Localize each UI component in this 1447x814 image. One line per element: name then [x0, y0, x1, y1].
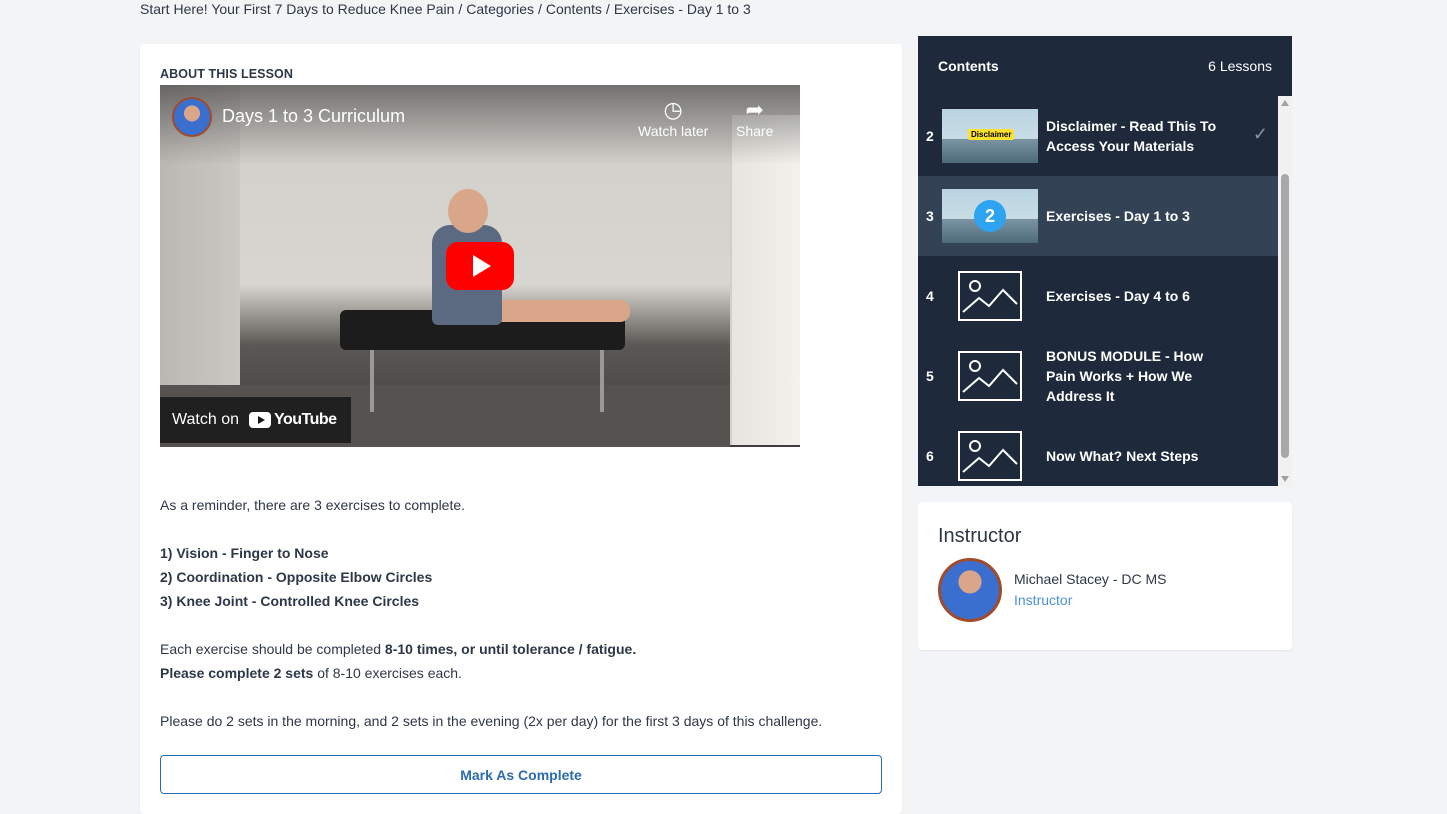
- sets-text: Please complete 2 sets of 8-10 exercises…: [160, 665, 462, 681]
- share-label: Share: [736, 123, 774, 139]
- breadcrumb-separator: /: [537, 1, 542, 17]
- video-scene-person-head: [448, 189, 488, 233]
- image-placeholder-icon: [942, 269, 1038, 323]
- breadcrumb: Start Here! Your First 7 Days to Reduce …: [140, 1, 751, 17]
- contents-header: Contents 6 Lessons: [918, 36, 1292, 96]
- lesson-item-day-4-6[interactable]: 4 Exercises - Day 4 to 6: [918, 256, 1278, 336]
- share-button[interactable]: ➦ Share: [736, 97, 773, 139]
- lesson-title: Exercises - Day 4 to 6: [1046, 288, 1190, 304]
- breadcrumb-categories[interactable]: Categories: [466, 1, 534, 17]
- lesson-title: Exercises - Day 1 to 3: [1046, 208, 1190, 224]
- instructor-name: Michael Stacey - DC MS: [1014, 571, 1167, 587]
- lesson-number: 4: [926, 288, 934, 304]
- video-player[interactable]: Days 1 to 3 Curriculum ◷ Watch later ➦ S…: [160, 85, 800, 447]
- video-title[interactable]: Days 1 to 3 Curriculum: [222, 106, 405, 127]
- lesson-card: ABOUT THIS LESSON Days 1 to 3 Curriculum…: [140, 44, 902, 814]
- contents-title: Contents: [938, 58, 999, 74]
- lesson-title: Disclaimer - Read This To Access Your Ma…: [1046, 118, 1217, 154]
- watch-later-button[interactable]: ◷ Watch later: [638, 97, 708, 139]
- lesson-number: 5: [926, 368, 934, 384]
- lesson-intro: As a reminder, there are 3 exercises to …: [160, 497, 466, 513]
- number-badge: 2: [974, 200, 1006, 232]
- play-icon: [473, 255, 491, 277]
- breadcrumb-separator: /: [605, 1, 610, 17]
- scroll-down-arrow-icon[interactable]: [1281, 476, 1289, 482]
- lesson-title: Now What? Next Steps: [1046, 448, 1199, 464]
- disclaimer-badge: Disclaimer: [968, 129, 1015, 140]
- lesson-body: As a reminder, there are 3 exercises to …: [160, 493, 880, 733]
- video-scene-table-leg: [370, 347, 374, 412]
- lesson-thumbnail: Disclaimer: [942, 109, 1038, 163]
- video-scene-table-leg: [600, 347, 604, 412]
- lesson-list: 2 Disclaimer Disclaimer - Read This To A…: [918, 96, 1278, 486]
- scrollbar-thumb[interactable]: [1281, 174, 1289, 458]
- instructor-role: Instructor: [1014, 592, 1073, 608]
- contents-panel: Contents 6 Lessons 2 Disclaimer Disclaim…: [918, 36, 1292, 486]
- exercise-item: 2) Coordination - Opposite Elbow Circles: [160, 569, 433, 585]
- watch-on-youtube-button[interactable]: Watch on YouTube: [160, 397, 351, 443]
- instructor-card: Instructor Michael Stacey - DC MS Instru…: [918, 502, 1292, 650]
- breadcrumb-course[interactable]: Start Here! Your First 7 Days to Reduce …: [140, 1, 454, 17]
- exercise-item: 3) Knee Joint - Controlled Knee Circles: [160, 593, 420, 609]
- image-placeholder-icon: [942, 349, 1038, 403]
- clock-icon: ◷: [663, 97, 683, 122]
- lesson-number: 3: [926, 208, 934, 224]
- channel-avatar[interactable]: [172, 97, 212, 137]
- schedule-text: Please do 2 sets in the morning, and 2 s…: [160, 713, 823, 729]
- contents-scrollbar[interactable]: [1278, 96, 1292, 486]
- lesson-item-next-steps[interactable]: 6 Now What? Next Steps: [918, 416, 1278, 486]
- mark-complete-button[interactable]: Mark As Complete: [160, 755, 882, 794]
- lesson-title: BONUS MODULE - How Pain Works + How We A…: [1046, 348, 1204, 404]
- checkmark-icon: ✓: [1252, 124, 1268, 144]
- exercise-item: 1) Vision - Finger to Nose: [160, 545, 329, 561]
- lesson-number: 6: [926, 448, 934, 464]
- lesson-heading: ABOUT THIS LESSON: [160, 67, 293, 81]
- lesson-thumbnail: 2: [942, 189, 1038, 243]
- breadcrumb-separator: /: [458, 1, 463, 17]
- lesson-item-bonus[interactable]: 5 BONUS MODULE - How Pain Works + How We…: [918, 336, 1278, 416]
- lesson-count: 6 Lessons: [1208, 58, 1272, 74]
- lesson-number: 2: [926, 128, 934, 144]
- breadcrumb-contents[interactable]: Contents: [546, 1, 602, 17]
- youtube-play-icon: [249, 412, 271, 428]
- share-arrow-icon: ➦: [745, 97, 764, 122]
- scroll-up-arrow-icon[interactable]: [1281, 100, 1289, 106]
- watch-later-label: Watch later: [638, 123, 709, 139]
- repetitions-text: Each exercise should be completed 8-10 t…: [160, 641, 637, 657]
- breadcrumb-current: Exercises - Day 1 to 3: [613, 1, 751, 17]
- play-button[interactable]: [446, 242, 514, 290]
- instructor-heading: Instructor: [938, 525, 1022, 547]
- lesson-item-disclaimer[interactable]: 2 Disclaimer Disclaimer - Read This To A…: [918, 96, 1278, 176]
- youtube-logo: YouTube: [249, 411, 337, 429]
- watch-on-label: Watch on: [172, 411, 239, 428]
- youtube-logo-text: YouTube: [274, 411, 337, 428]
- lesson-item-day-1-3[interactable]: 3 2 Exercises - Day 1 to 3: [918, 176, 1278, 256]
- instructor-avatar: [938, 558, 1002, 622]
- image-placeholder-icon: [942, 429, 1038, 483]
- video-scene-person-legs: [480, 300, 630, 322]
